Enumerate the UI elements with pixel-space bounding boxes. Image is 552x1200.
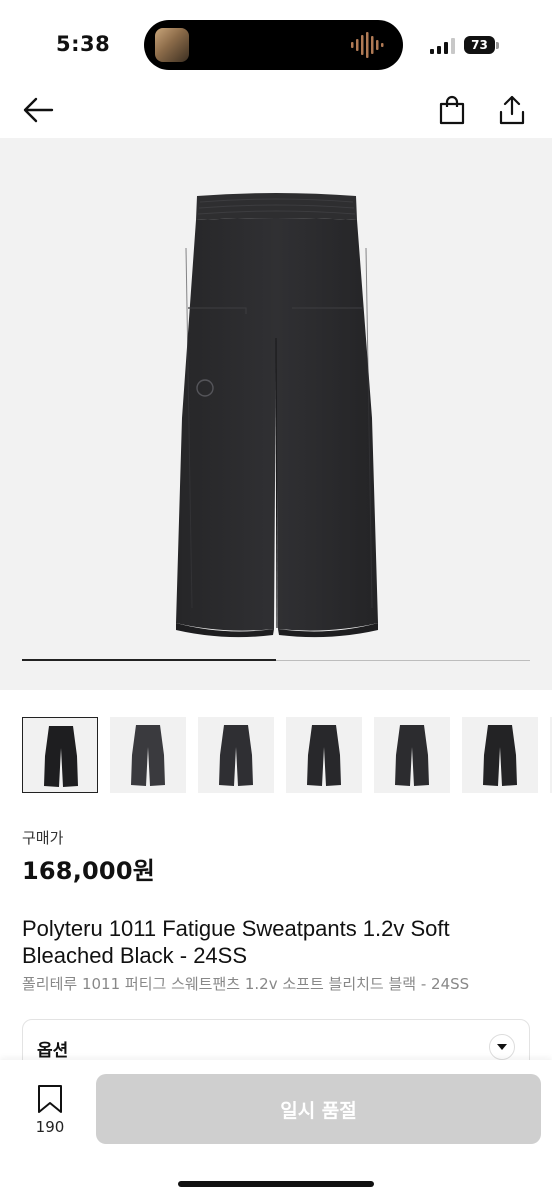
thumbnail-strip[interactable] [22,717,552,795]
carousel-progress-fill [22,659,276,661]
chevron-down-icon [497,1044,507,1050]
wishlist-button[interactable]: 190 [22,1082,78,1138]
thumbnail-image [307,725,341,786]
bottom-action-bar: 190 일시 품절 [0,1060,552,1200]
shopping-bag-icon [439,95,465,125]
battery-tip [496,42,499,49]
thumbnail-6[interactable] [462,717,538,793]
shopping-bag-button[interactable] [434,92,470,128]
thumbnail-2[interactable] [110,717,186,793]
thumbnail-3[interactable] [198,717,274,793]
share-button[interactable] [494,92,530,128]
thumbnail-5[interactable] [374,717,450,793]
carousel-progress-track [22,659,530,661]
battery-level: 73 [464,36,495,54]
wishlist-count: 190 [35,1118,65,1136]
share-icon [499,95,525,125]
top-nav [0,88,552,132]
price-label: 구매가 [22,829,64,847]
thumbnail-image [131,725,165,786]
audio-wave-icon [351,32,384,58]
sold-out-button[interactable]: 일시 품절 [96,1074,541,1144]
arrow-left-icon [23,97,54,123]
back-button[interactable] [20,92,56,128]
product-subtitle: 폴리테루 1011 퍼티그 스웨트팬츠 1.2v 소프트 블리치드 블랙 - 2… [22,975,470,993]
thumbnail-image [395,725,429,786]
status-time: 5:38 [56,32,111,56]
thumbnail-1[interactable] [22,717,98,793]
bookmark-icon [38,1085,62,1113]
dynamic-island[interactable] [144,20,403,70]
battery-icon: 73 [464,36,500,56]
status-bar: 5:38 73 [0,0,552,92]
thumbnail-image [219,725,253,786]
option-chevron-button[interactable] [489,1034,515,1060]
price-value: 168,000원 [22,857,155,885]
now-playing-artwork [155,28,189,62]
cellular-signal-icon [430,38,455,54]
product-title: Polyteru 1011 Fatigue Sweatpants 1.2v So… [22,916,450,968]
home-indicator [178,1181,374,1187]
option-label: 옵션 [37,1041,69,1061]
product-image [176,193,378,638]
product-image-carousel[interactable] [0,138,552,690]
thumbnail-image [483,725,517,786]
thumbnail-image [44,726,78,787]
thumbnail-4[interactable] [286,717,362,793]
